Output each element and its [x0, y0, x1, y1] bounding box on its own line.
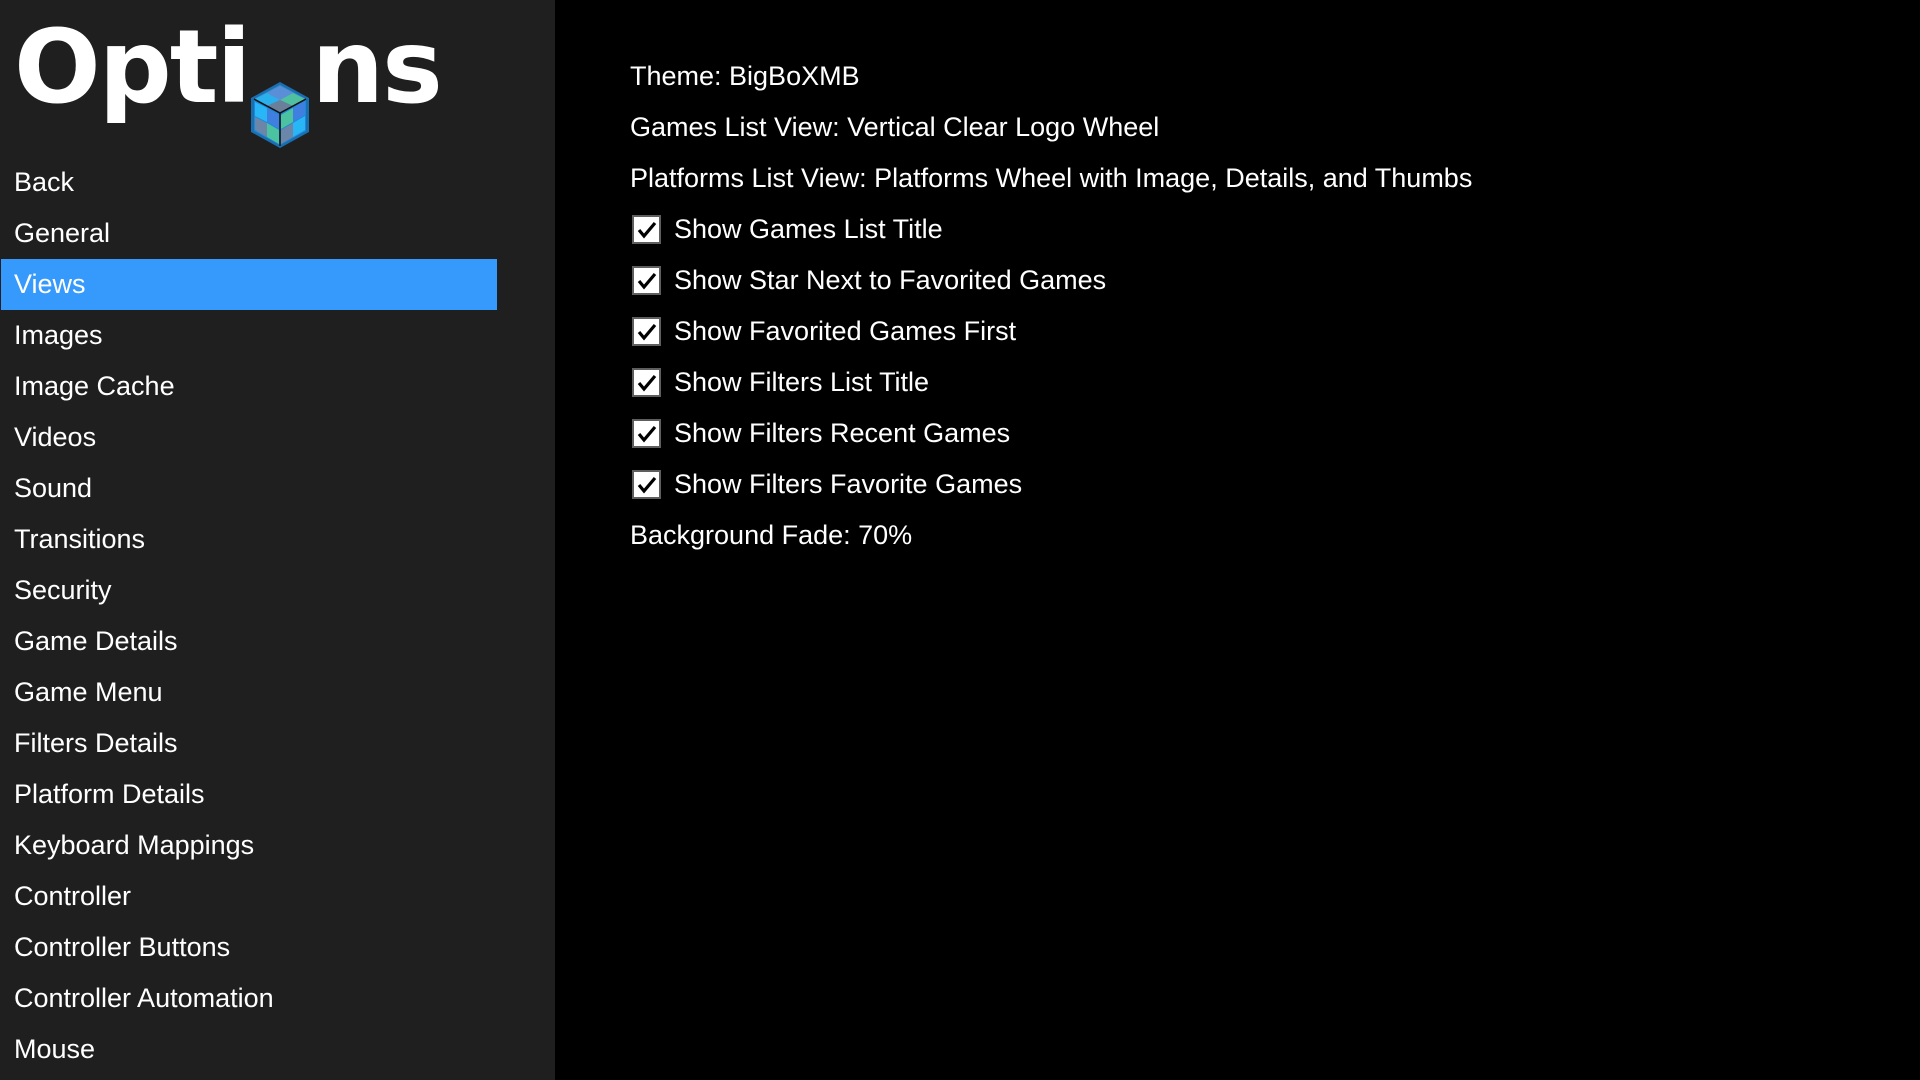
sidebar-item-transitions[interactable]: Transitions: [1, 514, 497, 565]
checkbox-show-filters-favorite-games[interactable]: Show Filters Favorite Games: [630, 459, 1472, 510]
checkbox-label: Show Favorited Games First: [674, 316, 1017, 346]
sidebar: Opti ns Back General Views Images Image …: [0, 0, 555, 1080]
background-fade-label: Background Fade: 70%: [630, 520, 913, 550]
checkbox-show-filters-recent-games[interactable]: Show Filters Recent Games: [630, 408, 1472, 459]
checkbox-label: Show Games List Title: [674, 214, 943, 244]
checkmark-icon: [637, 323, 656, 340]
checkbox-box[interactable]: [632, 368, 661, 397]
checkbox-box[interactable]: [632, 470, 661, 499]
sidebar-item-keyboard-mappings[interactable]: Keyboard Mappings: [1, 820, 497, 871]
checkbox-box[interactable]: [632, 266, 661, 295]
sidebar-item-game-details[interactable]: Game Details: [1, 616, 497, 667]
sidebar-item-image-cache[interactable]: Image Cache: [1, 361, 497, 412]
sidebar-item-platform-details[interactable]: Platform Details: [1, 769, 497, 820]
sidebar-item-controller-automation[interactable]: Controller Automation: [1, 973, 497, 1024]
checkmark-icon: [637, 272, 656, 289]
sidebar-item-controller-buttons[interactable]: Controller Buttons: [1, 922, 497, 973]
checkbox-box[interactable]: [632, 215, 661, 244]
title-text-right: ns: [311, 8, 442, 127]
checkbox-box[interactable]: [632, 317, 661, 346]
checkmark-icon: [637, 374, 656, 391]
sidebar-item-general[interactable]: General: [1, 208, 497, 259]
checkmark-icon: [637, 221, 656, 238]
platforms-list-view-label: Platforms List View: Platforms Wheel wit…: [630, 163, 1473, 193]
background-fade-option[interactable]: Background Fade: 70%: [630, 510, 1472, 561]
checkbox-label: Show Star Next to Favorited Games: [674, 265, 1107, 295]
checkbox-label: Show Filters List Title: [674, 367, 930, 397]
checkbox-show-games-list-title[interactable]: Show Games List Title: [630, 204, 1472, 255]
games-list-view-label: Games List View: Vertical Clear Logo Whe…: [630, 112, 1160, 142]
sidebar-item-security[interactable]: Security: [1, 565, 497, 616]
theme-option[interactable]: Theme: BigBoXMB: [630, 51, 1472, 102]
checkbox-label: Show Filters Favorite Games: [674, 469, 1023, 499]
sidebar-item-back[interactable]: Back: [1, 157, 497, 208]
sidebar-item-videos[interactable]: Videos: [1, 412, 497, 463]
cube-logo-icon: [251, 54, 310, 148]
checkbox-label: Show Filters Recent Games: [674, 418, 1011, 448]
title-text-left: Opti: [14, 8, 251, 127]
sidebar-item-sound[interactable]: Sound: [1, 463, 497, 514]
views-options-panel: Theme: BigBoXMB Games List View: Vertica…: [630, 51, 1472, 561]
checkbox-show-favorited-games-first[interactable]: Show Favorited Games First: [630, 306, 1472, 357]
checkbox-show-star-next-to-favorited-games[interactable]: Show Star Next to Favorited Games: [630, 255, 1472, 306]
games-list-view-option[interactable]: Games List View: Vertical Clear Logo Whe…: [630, 102, 1472, 153]
checkmark-icon: [637, 476, 656, 493]
options-menu: Back General Views Images Image Cache Vi…: [0, 157, 497, 1075]
sidebar-item-controller[interactable]: Controller: [1, 871, 497, 922]
theme-label: Theme: BigBoXMB: [630, 61, 860, 91]
sidebar-item-views[interactable]: Views: [1, 259, 497, 310]
sidebar-item-filters-details[interactable]: Filters Details: [1, 718, 497, 769]
checkbox-box[interactable]: [632, 419, 661, 448]
sidebar-item-mouse[interactable]: Mouse: [1, 1024, 497, 1075]
sidebar-item-images[interactable]: Images: [1, 310, 497, 361]
checkbox-show-filters-list-title[interactable]: Show Filters List Title: [630, 357, 1472, 408]
sidebar-item-game-menu[interactable]: Game Menu: [1, 667, 497, 718]
page-title: Opti ns: [14, 8, 443, 148]
platforms-list-view-option[interactable]: Platforms List View: Platforms Wheel wit…: [630, 153, 1472, 204]
checkmark-icon: [637, 425, 656, 442]
